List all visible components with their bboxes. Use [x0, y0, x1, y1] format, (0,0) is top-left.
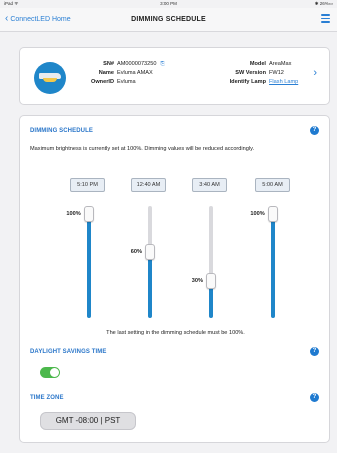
lamp-icon [34, 62, 66, 94]
toggle-knob [50, 368, 59, 377]
sw-version-label: SW Version [235, 70, 266, 76]
time-zone-title: TIME ZONE [30, 395, 64, 401]
owner-value: Evluma [117, 79, 136, 85]
copy-icon[interactable]: ⎘ [161, 60, 165, 69]
device-info-left: SN# AM0000073250 ⎘ Name Evluma AMAX Owne… [80, 60, 165, 87]
slider-thumb[interactable] [84, 206, 94, 222]
help-icon[interactable]: ? [310, 347, 319, 356]
slider-track-empty [209, 206, 213, 282]
sn-value: AM0000073250 [117, 61, 157, 67]
slider-track-fill [271, 214, 275, 318]
dst-title: DAYLIGHT SAVINGS TIME [30, 349, 107, 355]
name-value: Evluma AMAX [117, 70, 153, 76]
level-percent-label: 30% [191, 278, 203, 285]
level-percent-label: 100% [250, 211, 265, 217]
sw-version-value: FW12 [269, 70, 284, 76]
flash-lamp-link[interactable]: Flash Lamp [269, 78, 298, 87]
time-button-3[interactable]: 3:40 AM [192, 178, 227, 192]
time-zone-button[interactable]: GMT -08:00 | PST [40, 412, 136, 430]
identify-lamp-label: Identify Lamp [229, 79, 266, 85]
dst-toggle[interactable] [40, 367, 60, 378]
device-info-card[interactable]: SN# AM0000073250 ⎘ Name Evluma AMAX Owne… [19, 47, 330, 105]
slider-thumb[interactable] [145, 244, 155, 261]
status-bar: iPad ᯤ 3:00 PM ✱ 26%▭ [0, 0, 337, 8]
slider-track-fill [148, 252, 152, 318]
help-icon[interactable]: ? [310, 393, 319, 402]
slider-thumb[interactable] [268, 206, 278, 222]
model-value: AreaMax [269, 61, 292, 67]
name-label: Name [98, 70, 114, 76]
owner-label: OwnerID [90, 79, 114, 85]
hamburger-icon[interactable] [321, 14, 330, 23]
model-label: Model [249, 61, 266, 67]
chevron-right-icon[interactable]: › [313, 67, 317, 79]
time-button-2[interactable]: 12:40 AM [131, 178, 166, 192]
status-battery: ✱ 26%▭ [314, 1, 333, 6]
level-percent-label: 100% [66, 211, 81, 217]
dimming-schedule-title: DIMMING SCHEDULE [30, 128, 93, 134]
sn-label: SN# [103, 61, 114, 67]
level-percent-label: 60% [130, 249, 142, 256]
time-button-4[interactable]: 5:00 AM [255, 178, 290, 192]
status-time: 3:00 PM [160, 1, 177, 6]
navigation-bar: ‹ ConnectLED Home DIMMING SCHEDULE [0, 8, 337, 32]
device-info-right: Model AreaMax SW Version FW12 Identify L… [220, 60, 299, 87]
slider-thumb[interactable] [206, 273, 216, 290]
page-title: DIMMING SCHEDULE [131, 16, 206, 23]
help-icon[interactable]: ? [310, 126, 319, 135]
last-setting-note: The last setting in the dimming schedule… [106, 330, 245, 336]
schedule-card: DIMMING SCHEDULE ? Maximum brightness is… [19, 115, 330, 443]
brightness-note: Maximum brightness is currently set at 1… [30, 146, 255, 152]
slider-track-fill [87, 214, 91, 318]
time-button-1[interactable]: 5:10 PM [70, 178, 105, 192]
